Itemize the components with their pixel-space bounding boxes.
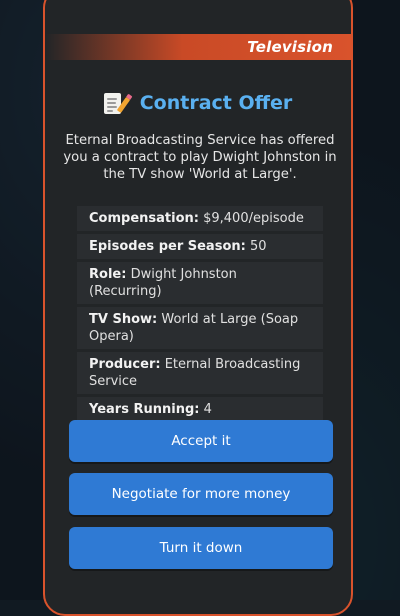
document-pencil-icon [103, 92, 130, 114]
detail-label: Years Running: [89, 402, 200, 417]
detail-label: Episodes per Season: [89, 239, 246, 254]
detail-label: Role: [89, 267, 127, 282]
category-label: Television [247, 38, 333, 56]
decline-button[interactable]: Turn it down [69, 527, 333, 569]
detail-label: Compensation: [89, 211, 199, 226]
offer-description: Eternal Broadcasting Service has offered… [63, 133, 337, 182]
detail-value: $9,400/episode [203, 211, 304, 226]
negotiate-button[interactable]: Negotiate for more money [69, 473, 333, 515]
detail-compensation: Compensation: $9,400/episode [77, 206, 323, 231]
dialog-header: Contract Offer [45, 92, 351, 114]
detail-value: 50 [249, 239, 267, 254]
contract-offer-dialog: Television Contract Offer Eternal Broadc… [43, 0, 353, 616]
accept-button[interactable]: Accept it [69, 420, 333, 462]
contract-details-list: Compensation: $9,400/episode Episodes pe… [77, 206, 323, 425]
detail-years-running: Years Running: 4 [77, 397, 323, 422]
detail-tv-show: TV Show: World at Large (Soap Opera) [77, 307, 323, 349]
detail-producer: Producer: Eternal Broadcasting Service [77, 352, 323, 394]
dialog-title: Contract Offer [139, 92, 293, 114]
detail-label: Producer: [89, 357, 161, 372]
detail-label: TV Show: [89, 312, 158, 327]
detail-role: Role: Dwight Johnston (Recurring) [77, 262, 323, 304]
detail-value: 4 [203, 402, 212, 417]
category-banner: Television [45, 34, 351, 60]
detail-episodes-per-season: Episodes per Season: 50 [77, 234, 323, 259]
